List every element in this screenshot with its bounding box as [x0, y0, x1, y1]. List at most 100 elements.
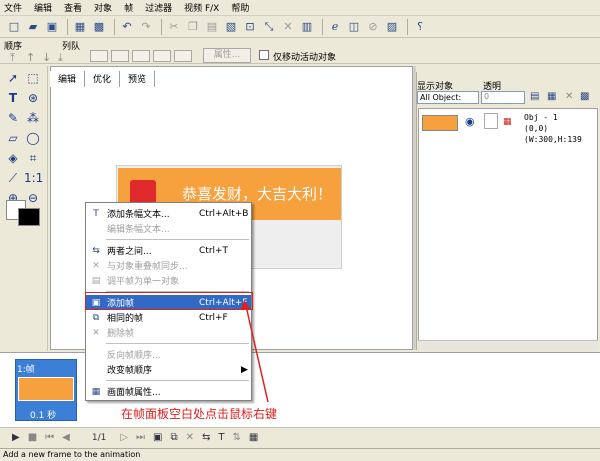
highlight-box [85, 292, 253, 310]
move-up-icon[interactable]: ↑ [26, 51, 42, 65]
first-frame-icon[interactable]: ⏮ [45, 432, 54, 443]
align-center-icon[interactable] [111, 50, 129, 62]
brush-icon[interactable]: ✎ [4, 110, 22, 126]
grid-icon[interactable]: ▥ [299, 19, 315, 35]
menu-item-delete-frame[interactable]: ✕ 删除帧 [86, 325, 251, 340]
view-tabs: 编辑 优化 预览 [50, 71, 156, 87]
menu-file[interactable]: 文件 [4, 1, 22, 14]
align-bottom-icon[interactable] [174, 50, 192, 62]
undo-icon[interactable]: ↶ [119, 19, 135, 35]
insert-color-icon[interactable]: ▩ [91, 19, 107, 35]
preview-icon[interactable]: ◫ [346, 19, 362, 35]
object-filter-select[interactable]: All Object: [417, 91, 479, 104]
last-frame-icon[interactable]: ⏭ [136, 432, 145, 443]
copy-object-icon[interactable]: ▦ [547, 91, 556, 102]
align-right-icon[interactable] [132, 50, 150, 62]
frame-tool-icon[interactable]: ▧ [223, 19, 239, 35]
toolbar-separator [161, 18, 162, 35]
magic-select-icon[interactable]: ⁂ [24, 110, 42, 126]
delete-icon[interactable]: ✕ [280, 19, 296, 35]
lock-toggle[interactable] [484, 113, 498, 129]
text-tool-icon[interactable]: T [4, 90, 22, 106]
frame-properties-icon[interactable]: ▦ [249, 432, 258, 443]
wizard-icon[interactable]: ⊘ [365, 19, 381, 35]
menu-video-fx[interactable]: 视频 F/X [184, 1, 219, 14]
banner-text-icon[interactable]: T [218, 432, 224, 443]
duplicate-frame-icon[interactable]: ⧉ [171, 432, 178, 443]
new-file-icon[interactable]: □ [6, 19, 22, 35]
menu-help[interactable]: 帮助 [231, 1, 249, 14]
crop-tool-icon[interactable]: ⌗ [24, 150, 42, 166]
zoom-out-icon[interactable]: ⊖ [24, 190, 42, 206]
transparency-field[interactable]: 0 [481, 91, 525, 104]
menu-view[interactable]: 查看 [64, 1, 82, 14]
open-folder-icon[interactable]: ▰ [25, 19, 41, 35]
copy-icon[interactable]: ❐ [185, 19, 201, 35]
move-down-icon[interactable]: ↓ [42, 51, 58, 65]
prev-frame-icon[interactable]: ◀ [62, 432, 70, 443]
menu-object[interactable]: 对象 [94, 1, 112, 14]
frame-sync-icon[interactable]: ⇅ [233, 432, 241, 443]
tween-icon: ⇆ [92, 245, 100, 256]
play-icon[interactable]: ▶ [12, 432, 20, 443]
delete-object-icon[interactable]: ✕ [565, 91, 573, 102]
align-top-icon[interactable] [153, 50, 171, 62]
menu-item-reverse-frames[interactable]: 反向帧顺序... [86, 347, 251, 362]
eye-icon[interactable]: ◉ [465, 115, 475, 128]
object-list-scrollbar[interactable] [418, 340, 598, 350]
export-icon[interactable]: ▨ [384, 19, 400, 35]
redo-icon[interactable]: ↷ [138, 19, 154, 35]
menu-item-flatten-frame[interactable]: ▤ 调平帧为单一对象 [86, 273, 251, 288]
object-coordinates: (0,0)(W:300,H:139 [524, 124, 582, 144]
marquee-icon[interactable]: ⬚ [24, 70, 42, 86]
sequence-icon[interactable]: ⊛ [24, 90, 42, 106]
menu-edit[interactable]: 编辑 [34, 1, 52, 14]
add-object-icon[interactable]: ▤ [530, 91, 539, 102]
one-to-one-icon[interactable]: 1:1 [24, 170, 43, 186]
resize-icon[interactable]: ⤡ [261, 19, 277, 35]
move-active-checkbox[interactable] [259, 50, 269, 60]
send-back-icon[interactable]: ⤓ [58, 51, 74, 65]
tab-optimize[interactable]: 优化 [85, 71, 121, 87]
menu-item-tween[interactable]: ⇆ 两者之间... Ctrl+T [86, 243, 251, 258]
insert-image-icon[interactable]: ▦ [72, 19, 88, 35]
properties-button[interactable]: 属性... [203, 48, 251, 63]
eraser-icon[interactable]: ▱ [4, 130, 22, 146]
eyedropper-icon[interactable]: ⟋ [4, 170, 22, 186]
object-properties-icon[interactable]: ▩ [580, 91, 589, 102]
menu-item-sync-frames[interactable]: ✕ 与对象重叠帧同步... [86, 258, 251, 273]
foreground-color-swatch[interactable] [18, 208, 40, 226]
menu-filter[interactable]: 过滤器 [145, 1, 172, 14]
menu-item-change-frame-order[interactable]: 改变帧顺序 ▶ [86, 362, 251, 377]
menu-item-edit-banner-text[interactable]: 编辑条幅文本... [86, 221, 251, 236]
delete-icon: ✕ [92, 327, 100, 338]
delete-frame-icon[interactable]: ✕ [186, 432, 194, 443]
main-toolbar: □ ▰ ▣ ▦ ▩ ↶ ↷ ✂ ❐ ▤ ▧ ⊡ ⤡ ✕ ▥ ℯ ◫ ⊘ ▨ ⸮ [0, 16, 600, 38]
toolbar-separator [322, 18, 323, 35]
paste-icon[interactable]: ▤ [204, 19, 220, 35]
menu-item-duplicate-frame[interactable]: ⧉ 相同的帧 Ctrl+F [86, 310, 251, 325]
menu-bar: 文件 编辑 查看 对象 帧 过滤器 视频 F/X 帮助 [0, 0, 600, 16]
fill-icon[interactable]: ◈ [4, 150, 22, 166]
next-frame-icon[interactable]: ▷ [120, 432, 128, 443]
bring-front-icon[interactable]: ⤒ [10, 51, 26, 65]
align-left-icon[interactable] [90, 50, 108, 62]
lasso-icon[interactable]: ◯ [24, 130, 42, 146]
browser-icon[interactable]: ℯ [327, 19, 343, 35]
stop-icon[interactable]: ■ [28, 432, 37, 443]
tween-icon[interactable]: ⇆ [202, 432, 210, 443]
tab-preview[interactable]: 预览 [120, 71, 156, 87]
save-icon[interactable]: ▣ [44, 19, 60, 35]
toolbar-separator [114, 18, 115, 35]
menu-frame[interactable]: 帧 [124, 1, 133, 14]
flatten-icon: ▤ [91, 275, 101, 286]
help-pointer-icon[interactable]: ⸮ [412, 19, 428, 35]
add-frame-icon[interactable]: ▣ [153, 432, 162, 443]
pointer-icon[interactable]: ➚ [4, 70, 22, 86]
menu-item-frame-properties[interactable]: ▦ 画面帧属性... [86, 384, 251, 399]
tab-edit[interactable]: 编辑 [50, 71, 86, 87]
menu-item-add-banner-text[interactable]: T 添加条幅文本... Ctrl+Alt+B [86, 206, 251, 221]
status-bar: Add a new frame to the animation [0, 448, 600, 461]
cut-icon[interactable]: ✂ [166, 19, 182, 35]
crop-icon[interactable]: ⊡ [242, 19, 258, 35]
